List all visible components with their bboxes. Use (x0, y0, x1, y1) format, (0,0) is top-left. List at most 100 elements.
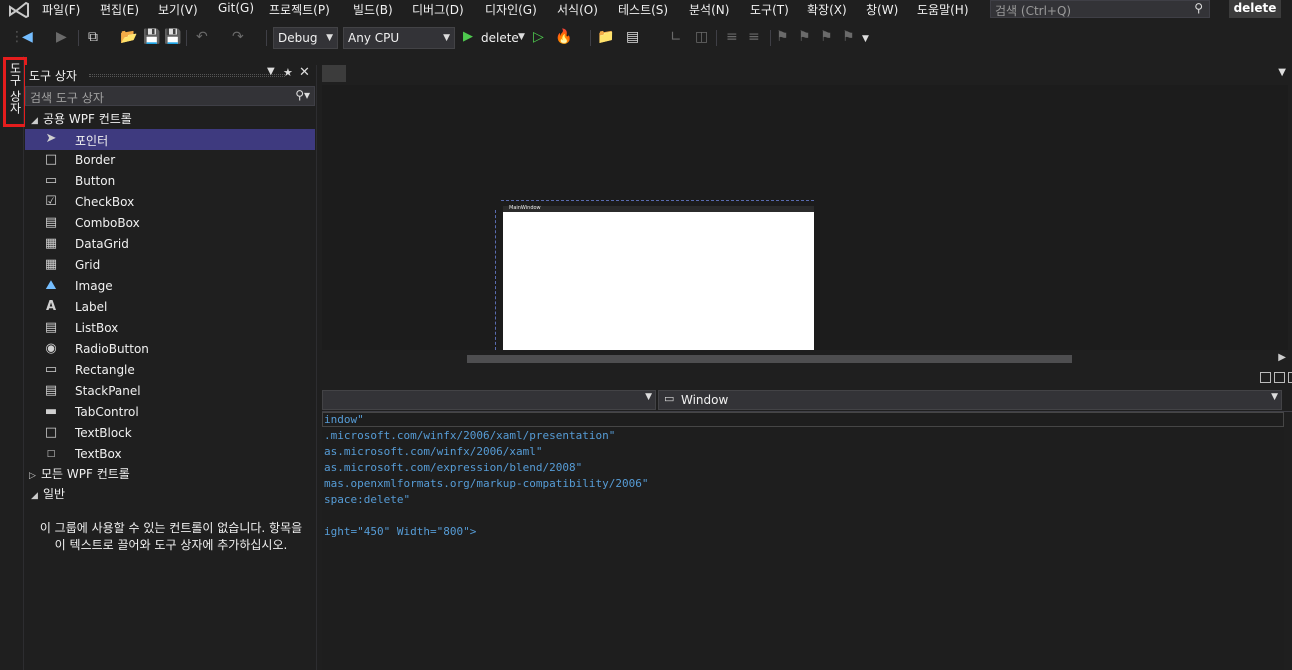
search-icon[interactable]: ⚲▾ (295, 88, 310, 102)
menu-design[interactable]: 디자인(G) (485, 1, 537, 18)
back-icon[interactable]: ◀ (22, 29, 33, 45)
code-line: .microsoft.com/winfx/2006/xaml/presentat… (324, 429, 616, 442)
toolbox-item-button[interactable]: ▭ Button (25, 171, 315, 192)
toolbox-item-textblock[interactable]: □ TextBlock (25, 423, 315, 444)
menu-project[interactable]: 프로젝트(P) (269, 1, 330, 18)
editor-navigation-bar: ▼ ▭ Window ▼ (322, 388, 1292, 412)
step-icon[interactable]: ∟ (670, 29, 682, 45)
menu-test[interactable]: 테스트(S) (618, 1, 668, 18)
live-visual-tree-icon[interactable]: ▤ (626, 29, 639, 45)
bookmark-clear-icon[interactable]: ⚑ (842, 29, 855, 45)
menu-view[interactable]: 보기(V) (158, 1, 198, 18)
xaml-code-editor[interactable]: indow" .microsoft.com/winfx/2006/xaml/pr… (322, 412, 1284, 670)
category-common-wpf-controls[interactable]: ◢ 공용 WPF 컨트롤 (31, 110, 132, 127)
bookmark-next-icon[interactable]: ⚑ (820, 29, 833, 45)
empty-group-message: 이 그룹에 사용할 수 있는 컨트롤이 없습니다. 항목을 이 텍스트로 끌어와… (39, 521, 303, 552)
toolbox-item-label[interactable]: A Label (25, 297, 315, 318)
pin-icon[interactable]: ★ (283, 66, 293, 79)
comment-icon[interactable]: ≡ (726, 29, 738, 45)
save-all-icon[interactable]: 💾 (164, 29, 181, 45)
chevron-down-icon: ◢ (31, 491, 38, 501)
start-without-debugging-icon[interactable]: ▷ (533, 29, 544, 45)
window-title-bar: MainWindow (503, 205, 814, 212)
selection-adorner-top (501, 200, 814, 201)
window-position-menu-icon[interactable]: ▼ (267, 66, 275, 77)
layout-icon[interactable]: ◫ (695, 29, 708, 45)
solution-name-badge[interactable]: delete (1229, 0, 1281, 18)
border-icon: □ (44, 152, 58, 167)
toolbox-title-bar[interactable]: 도구 상자 ▼ ★ ✕ (25, 65, 317, 85)
category-label: 공용 WPF 컨트롤 (43, 112, 132, 126)
category-all-wpf-controls[interactable]: ▷ 모든 WPF 컨트롤 (29, 465, 130, 482)
element-member-select[interactable]: ▭ Window ▼ (658, 390, 1282, 410)
menu-file[interactable]: 파일(F) (42, 1, 80, 18)
designer-horizontal-scrollbar[interactable]: ▶ (322, 350, 1292, 367)
code-line: as.microsoft.com/expression/blend/2008" (324, 461, 583, 474)
toolbox-item-rectangle[interactable]: ▭ Rectangle (25, 360, 315, 381)
vertical-split-icon[interactable] (1260, 372, 1271, 383)
toolbox-item-datagrid[interactable]: ▦ DataGrid (25, 234, 315, 255)
toolbox-item-combobox[interactable]: ▤ ComboBox (25, 213, 315, 234)
visual-studio-logo-icon[interactable] (8, 1, 32, 19)
hot-reload-icon[interactable]: 🔥 (555, 29, 572, 45)
checkbox-icon: ☑ (45, 194, 57, 209)
toolbox-item-textbox[interactable]: □ TextBox (25, 444, 315, 465)
editor-vertical-scrollbar[interactable] (1284, 412, 1292, 670)
menu-git[interactable]: Git(G) (218, 1, 254, 15)
menu-build[interactable]: 빌드(B) (353, 1, 393, 18)
uncomment-icon[interactable]: ≡ (748, 29, 760, 45)
toolbox-item-label: TextBlock (75, 426, 132, 440)
collapse-pane-icon[interactable] (1288, 372, 1292, 383)
configuration-select[interactable]: Debug ▼ (273, 27, 338, 49)
toolbox-item-radiobutton[interactable]: ◉ RadioButton (25, 339, 315, 360)
toolbar-overflow-icon[interactable]: ▼ (862, 34, 869, 44)
pointer-icon: ➤ (45, 131, 57, 146)
toolbox-item-image[interactable]: ⛰ Image (25, 276, 315, 297)
platform-select[interactable]: Any CPU ▼ (343, 27, 455, 49)
element-type-select[interactable]: ▼ (322, 390, 656, 410)
undo-icon[interactable]: ↶ (196, 29, 208, 45)
toolbox-item-border[interactable]: □ Border (25, 150, 315, 171)
menu-debug[interactable]: 디버그(D) (412, 1, 464, 18)
tabcontrol-icon: ▬ (44, 404, 58, 419)
forward-icon[interactable]: ▶ (56, 29, 67, 45)
close-icon[interactable]: ✕ (299, 65, 310, 80)
menu-tools[interactable]: 도구(T) (750, 1, 789, 18)
global-search-placeholder: 검색 (Ctrl+Q) (995, 4, 1072, 18)
redo-icon[interactable]: ↷ (232, 29, 244, 45)
document-tab[interactable] (322, 65, 346, 82)
bookmark-prev-icon[interactable]: ⚑ (798, 29, 811, 45)
start-debugging-icon[interactable]: ▶ (463, 29, 473, 44)
menu-help[interactable]: 도움말(H) (917, 1, 969, 18)
standard-toolbar: ⋮ ◀ ▶ ⧉ 📂 💾 💾 ↶ ↷ Debug ▼ Any CPU ▼ ▶ de… (0, 22, 1292, 56)
toolbox-search-input[interactable]: 검색 도구 상자 ⚲▾ (25, 86, 315, 106)
menu-analyze[interactable]: 분석(N) (689, 1, 729, 18)
tab-overflow-chevron-icon[interactable]: ▼ (1278, 67, 1286, 78)
search-icon[interactable]: ⚲ (1194, 1, 1203, 15)
bookmark-icon[interactable]: ⚑ (776, 29, 789, 45)
new-project-icon[interactable]: ⧉ (88, 29, 98, 45)
toolbox-item-pointer[interactable]: ➤ 포인터 (25, 129, 315, 150)
menu-window[interactable]: 창(W) (866, 1, 898, 18)
horizontal-split-icon[interactable] (1274, 372, 1285, 383)
save-icon[interactable]: 💾 (143, 29, 160, 45)
toolbox-item-checkbox[interactable]: ☑ CheckBox (25, 192, 315, 213)
toolbox-item-label: Label (75, 300, 108, 314)
chevron-down-icon[interactable]: ▼ (518, 32, 525, 42)
toolbox-item-tabcontrol[interactable]: ▬ TabControl (25, 402, 315, 423)
solution-explorer-icon[interactable]: 📁 (597, 29, 614, 45)
menu-edit[interactable]: 편집(E) (100, 1, 139, 18)
menu-extensions[interactable]: 확장(X) (807, 1, 847, 18)
global-search-input[interactable]: 검색 (Ctrl+Q) ⚲ (990, 0, 1210, 18)
main-window-preview[interactable]: MainWindow (503, 205, 814, 350)
designer-vertical-scrollbar[interactable] (1288, 85, 1292, 350)
category-general[interactable]: ◢ 일반 (31, 485, 65, 502)
toolbox-item-listbox[interactable]: ▤ ListBox (25, 318, 315, 339)
start-debugging-target[interactable]: delete (481, 31, 519, 45)
scrollbar-thumb[interactable] (467, 355, 1072, 363)
open-folder-icon[interactable]: 📂 (120, 29, 137, 45)
menu-format[interactable]: 서식(O) (557, 1, 598, 18)
toolbox-item-stackpanel[interactable]: ▤ StackPanel (25, 381, 315, 402)
scroll-right-icon[interactable]: ▶ (1278, 352, 1286, 363)
toolbox-item-grid[interactable]: ▦ Grid (25, 255, 315, 276)
